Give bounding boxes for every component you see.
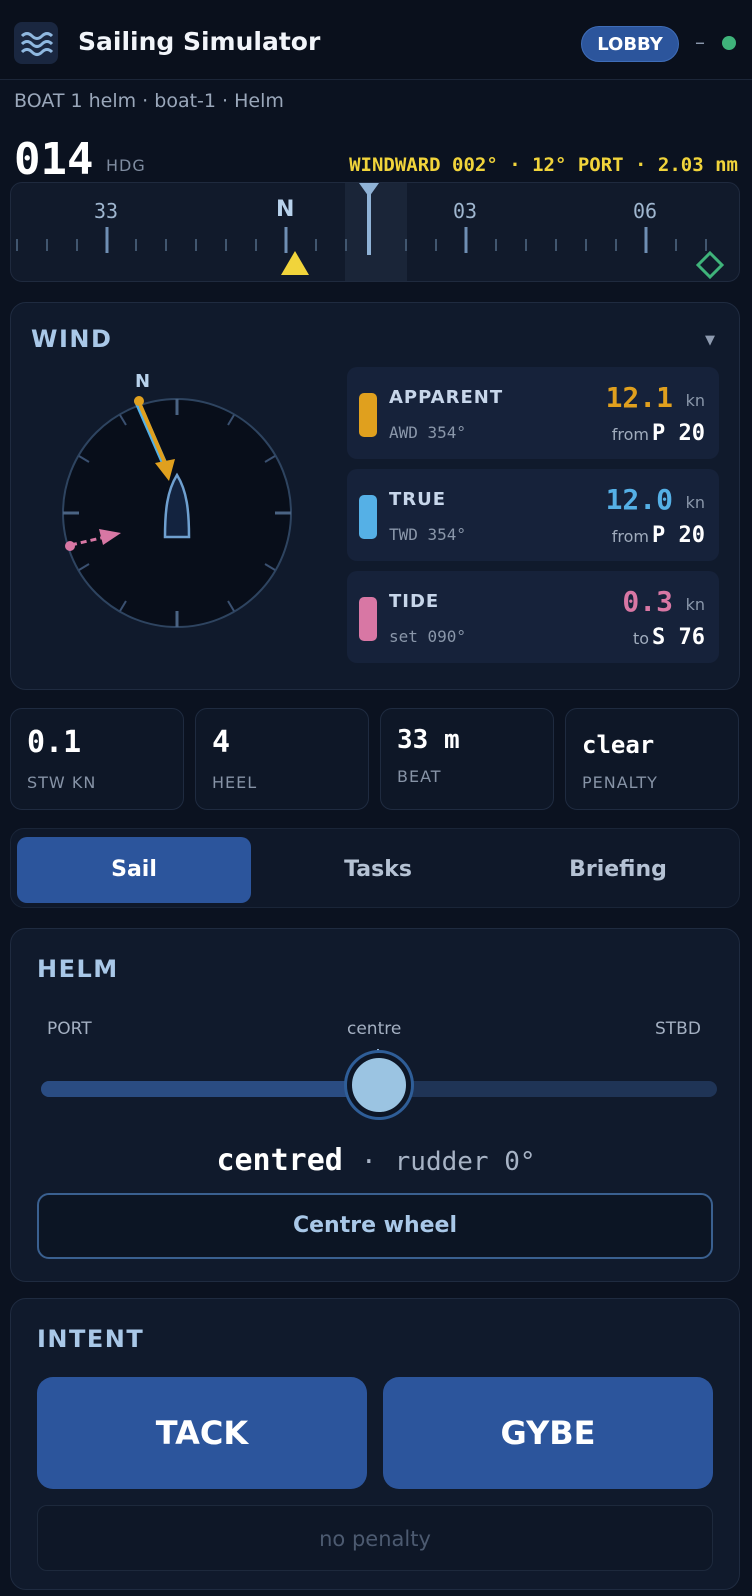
gybe-button[interactable]: GYBE [383,1377,713,1489]
stat-label: STW KN [27,773,97,792]
wind-row-sub: AWD 354° [389,423,467,442]
compass-strip: 33 N 03 06 [10,182,740,282]
tide-color-bar [359,597,377,641]
wind-row-unit: kn [685,493,705,512]
role-breadcrumb: BOAT 1 helm · boat-1 · Helm [14,90,284,112]
helm-slider-fill [41,1081,379,1097]
helm-stbd-label: STBD [655,1019,701,1039]
wind-panel: WIND ▼ N APPARENT AWD 354° 12.1 kn from … [10,302,740,690]
wind-row-tide: TIDE set 090° 0.3 kn to S 76 [347,571,719,663]
wind-row-unit: kn [685,595,705,614]
tack-button[interactable]: TACK [37,1377,367,1489]
stat-value: clear [582,731,655,759]
helm-port-label: PORT [47,1019,92,1039]
windward-marker-icon [281,251,309,275]
stat-tile-stw: 0.1 STW KN [10,708,184,810]
windward-info: WINDWARD 002° · 12° PORT · 2.03 nm [349,154,738,176]
wind-row-name: TRUE [389,489,447,510]
stat-label: BEAT [397,767,442,786]
stat-value: 4 [212,725,231,760]
centre-wheel-button[interactable]: Centre wheel [37,1193,713,1259]
wind-row-direction: S 76 [652,625,705,650]
helm-title: HELM [37,955,119,983]
wind-row-sub: TWD 354° [389,525,467,544]
wind-row-sub: set 090° [389,627,467,646]
wind-row-apparent: APPARENT AWD 354° 12.1 kn from P 20 [347,367,719,459]
penalty-status: no penalty [37,1505,713,1571]
stat-value: 0.1 [27,725,82,760]
wind-row-prefix: from [611,425,649,444]
wind-row-name: TIDE [389,591,440,612]
stat-value: 33 m [397,725,460,755]
tab-bar: Sail Tasks Briefing [10,828,740,908]
wind-row-value: 12.1 [605,381,673,414]
wind-row-value: 0.3 [622,585,673,618]
tab-sail[interactable]: Sail [17,837,251,903]
helm-state-separator: · [360,1147,377,1177]
rudder-angle: rudder 0° [394,1147,536,1177]
waves-logo-icon [14,22,58,64]
collapse-caret-icon[interactable]: ▼ [705,333,715,348]
strip-label-33: 33 [94,199,119,223]
helm-state-text: centred [216,1143,343,1178]
intent-title: INTENT [37,1325,145,1353]
tab-briefing[interactable]: Briefing [501,837,735,903]
stat-tile-heel: 4 HEEL [195,708,369,810]
stat-tile-penalty: clear PENALTY [565,708,739,810]
strip-label-03: 03 [453,199,478,223]
true-color-bar [359,495,377,539]
stat-tile-beat: 33 m BEAT [380,708,554,810]
wind-row-direction: P 20 [652,523,705,548]
intent-panel: INTENT TACK GYBE no penalty [10,1298,740,1590]
compass-strip-ticks [16,183,725,280]
helm-panel: HELM PORT centre STBD centred · rudder 0… [10,928,740,1282]
helm-centre-label: centre [347,1019,402,1039]
tab-tasks[interactable]: Tasks [261,837,495,903]
strip-label-n: N [276,197,295,222]
strip-label-06: 06 [633,199,658,223]
dial-north-label: N [135,371,151,392]
stat-label: HEEL [212,773,258,792]
wind-row-prefix: from [611,527,649,546]
wind-dial [62,396,292,628]
wind-row-unit: kn [685,391,705,410]
stat-label: PENALTY [582,773,658,792]
wind-title: WIND [31,325,113,353]
mark-diamond-icon [695,250,725,280]
helm-slider-knob[interactable] [347,1053,411,1117]
lobby-button[interactable]: LOBBY [581,26,679,62]
heading-value: 014 [14,134,94,185]
wind-row-direction: P 20 [652,421,705,446]
helm-state: centred · rudder 0° [11,1143,741,1178]
wind-row-name: APPARENT [389,387,504,408]
header-separator: – [695,30,705,54]
app-header: Sailing Simulator LOBBY – [0,0,752,80]
apparent-color-bar [359,393,377,437]
connection-status-dot [722,36,736,50]
heading-label: HDG [106,156,146,175]
wind-row-value: 12.0 [605,483,673,516]
wind-row-true: TRUE TWD 354° 12.0 kn from P 20 [347,469,719,561]
wind-row-prefix: to [632,629,649,648]
app-title: Sailing Simulator [78,27,321,56]
